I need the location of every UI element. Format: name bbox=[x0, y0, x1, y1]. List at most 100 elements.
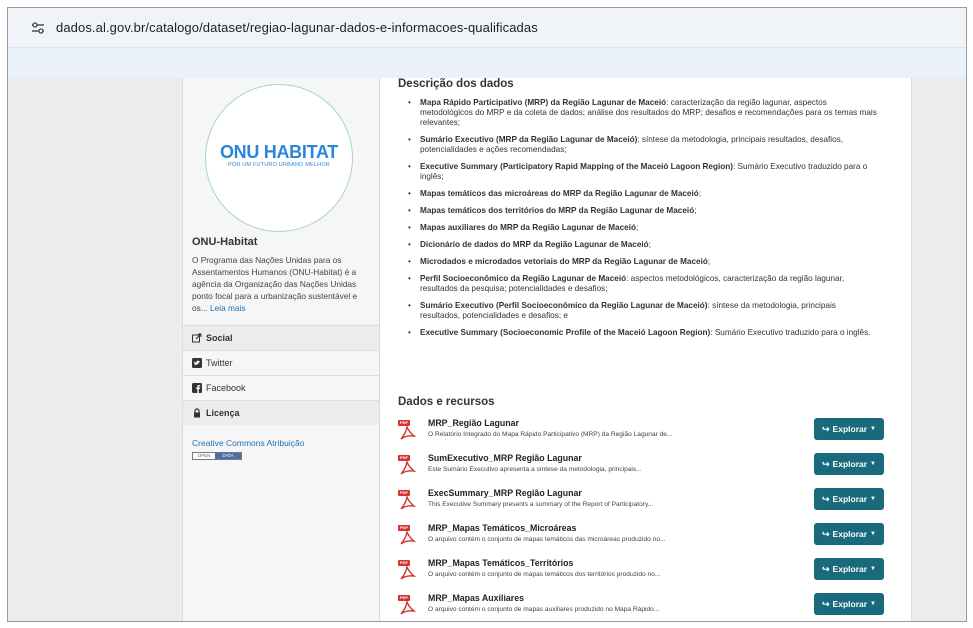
format-tag: PDF bbox=[398, 595, 410, 601]
twitter-icon bbox=[192, 358, 202, 368]
share-arrow-icon: ↪ bbox=[822, 493, 830, 504]
caret-down-icon: ▼ bbox=[870, 566, 876, 572]
list-item: Mapas temáticos das microáreas do MRP da… bbox=[408, 189, 878, 199]
item-title: Mapas auxiliares do MRP da Região Laguna… bbox=[420, 223, 636, 232]
license-label: Licença bbox=[206, 408, 240, 418]
facebook-icon bbox=[192, 383, 202, 393]
resource-title[interactable]: ExecSummary_MRP Região Lagunar bbox=[428, 488, 582, 498]
share-arrow-icon: ↪ bbox=[822, 458, 830, 469]
explore-label: Explorar bbox=[832, 599, 868, 609]
list-item: Sumário Executivo (Perfil Socioeconômico… bbox=[408, 301, 878, 321]
social-heading: Social bbox=[183, 325, 379, 350]
item-text: : Sumário Executivo traduzido para o ing… bbox=[710, 328, 871, 337]
logo-subtitle: POR UM FUTURO URBANO MELHOR bbox=[228, 162, 330, 168]
browser-window: dados.al.gov.br/catalogo/dataset/regiao-… bbox=[7, 7, 967, 622]
site-settings-icon[interactable] bbox=[30, 20, 46, 36]
pdf-file-icon: PDF bbox=[398, 525, 417, 547]
open-data-badge[interactable]: OPEN DATA bbox=[192, 452, 242, 460]
open-data-badge-right: DATA bbox=[215, 453, 241, 459]
license-heading: Licença bbox=[183, 400, 379, 425]
explore-label: Explorar bbox=[832, 529, 868, 539]
format-tag: PDF bbox=[398, 560, 410, 566]
explore-button[interactable]: ↪ Explorar ▼ bbox=[814, 453, 884, 475]
list-item: Microdados e microdados vetoriais do MRP… bbox=[408, 257, 878, 267]
resource-description: O arquivo contém o conjunto de mapas tem… bbox=[428, 571, 661, 578]
share-arrow-icon: ↪ bbox=[822, 528, 830, 539]
explore-label: Explorar bbox=[832, 494, 868, 504]
explore-label: Explorar bbox=[832, 424, 868, 434]
organization-description: O Programa das Nações Unidas para os Ass… bbox=[192, 254, 370, 314]
format-tag: PDF bbox=[398, 490, 410, 496]
twitter-label: Twitter bbox=[206, 358, 233, 368]
share-arrow-icon: ↪ bbox=[822, 598, 830, 609]
facebook-label: Facebook bbox=[206, 383, 246, 393]
share-arrow-icon: ↪ bbox=[822, 563, 830, 574]
item-text: ; bbox=[635, 223, 639, 232]
resource-item: PDF MRP_Mapas Temáticos_Microáreas O arq… bbox=[398, 523, 888, 551]
twitter-link[interactable]: Twitter bbox=[183, 350, 379, 375]
resource-title[interactable]: MRP_Mapas Temáticos_Microáreas bbox=[428, 523, 576, 533]
resource-item: PDF MRP_Mapas Auxiliares O arquivo conté… bbox=[398, 593, 888, 621]
item-text: ; bbox=[707, 257, 711, 266]
list-item: Mapa Rápido Participativo (MRP) da Regiã… bbox=[408, 98, 878, 128]
format-tag: PDF bbox=[398, 420, 410, 426]
organization-sidebar: ONU HABITAT POR UM FUTURO URBANO MELHOR … bbox=[182, 78, 380, 621]
item-text: ; bbox=[648, 240, 651, 249]
explore-button[interactable]: ↪ Explorar ▼ bbox=[814, 523, 884, 545]
item-title: Microdados e microdados vetoriais do MRP… bbox=[420, 257, 708, 266]
explore-label: Explorar bbox=[832, 564, 868, 574]
description-list: Mapa Rápido Participativo (MRP) da Regiã… bbox=[408, 98, 878, 345]
open-data-badge-left: OPEN bbox=[193, 453, 215, 459]
read-more-link[interactable]: Leia mais bbox=[210, 303, 246, 313]
format-tag: PDF bbox=[398, 525, 410, 531]
resource-title[interactable]: MRP_Mapas Auxiliares bbox=[428, 593, 524, 603]
caret-down-icon: ▼ bbox=[870, 426, 876, 432]
resource-title[interactable]: SumExecutivo_MRP Região Lagunar bbox=[428, 453, 582, 463]
item-title: Mapa Rápido Participativo (MRP) da Regiã… bbox=[420, 98, 667, 107]
social-label: Social bbox=[206, 333, 233, 343]
list-item: Perfil Socioeconômico da Região Lagunar … bbox=[408, 274, 878, 294]
logo-text: ONU HABITAT bbox=[219, 142, 338, 162]
organization-name: ONU-Habitat bbox=[192, 236, 258, 248]
page-body: ONU HABITAT POR UM FUTURO URBANO MELHOR … bbox=[8, 78, 966, 621]
share-arrow-icon: ↪ bbox=[822, 423, 830, 434]
list-item: Sumário Executivo (MRP da Região Lagunar… bbox=[408, 135, 878, 155]
license-link[interactable]: Creative Commons Atribuição bbox=[192, 438, 304, 448]
caret-down-icon: ▼ bbox=[870, 496, 876, 502]
pdf-file-icon: PDF bbox=[398, 490, 417, 512]
share-icon bbox=[192, 333, 202, 343]
resource-item: PDF SumExecutivo_MRP Região Lagunar Este… bbox=[398, 453, 888, 481]
resource-item: PDF MRP_Mapas Temáticos_Territórios O ar… bbox=[398, 558, 888, 586]
explore-button[interactable]: ↪ Explorar ▼ bbox=[814, 593, 884, 615]
item-title: Mapas temáticos dos territórios do MRP d… bbox=[420, 206, 695, 215]
list-item: Mapas temáticos dos territórios do MRP d… bbox=[408, 206, 878, 216]
pdf-file-icon: PDF bbox=[398, 455, 417, 477]
explore-button[interactable]: ↪ Explorar ▼ bbox=[814, 488, 884, 510]
resource-title[interactable]: MRP_Mapas Temáticos_Territórios bbox=[428, 558, 573, 568]
item-title: Sumário Executivo (MRP da Região Lagunar… bbox=[420, 135, 638, 144]
onu-habitat-logo[interactable]: ONU HABITAT POR UM FUTURO URBANO MELHOR bbox=[205, 84, 353, 232]
format-tag: PDF bbox=[398, 455, 410, 461]
explore-button[interactable]: ↪ Explorar ▼ bbox=[814, 558, 884, 580]
explore-button[interactable]: ↪ Explorar ▼ bbox=[814, 418, 884, 440]
address-bar[interactable]: dados.al.gov.br/catalogo/dataset/regiao-… bbox=[8, 8, 966, 48]
facebook-link[interactable]: Facebook bbox=[183, 375, 379, 400]
resource-title[interactable]: MRP_Região Lagunar bbox=[428, 418, 519, 428]
description-heading: Descrição dos dados bbox=[398, 78, 514, 90]
item-title: Executive Summary (Participatory Rapid M… bbox=[420, 162, 733, 171]
resource-description: O arquivo contém o conjunto de mapas tem… bbox=[428, 536, 666, 543]
url-text[interactable]: dados.al.gov.br/catalogo/dataset/regiao-… bbox=[56, 20, 538, 35]
explore-label: Explorar bbox=[832, 459, 868, 469]
resource-description: O arquivo contém o conjunto de mapas aux… bbox=[428, 606, 660, 613]
list-item: Executive Summary (Participatory Rapid M… bbox=[408, 162, 878, 182]
caret-down-icon: ▼ bbox=[870, 461, 876, 467]
list-item: Dicionário de dados do MRP da Região Lag… bbox=[408, 240, 878, 250]
resource-description: O Relatório Integrado do Mapa Rápido Par… bbox=[428, 431, 673, 438]
caret-down-icon: ▼ bbox=[870, 601, 876, 607]
page-header-strip bbox=[8, 48, 966, 78]
resource-item: PDF MRP_Região Lagunar O Relatório Integ… bbox=[398, 418, 888, 446]
item-text: ; bbox=[698, 189, 702, 198]
resource-description: This Executive Summary presents a summar… bbox=[428, 501, 654, 508]
pdf-file-icon: PDF bbox=[398, 420, 417, 442]
resource-item: PDF ExecSummary_MRP Região Lagunar This … bbox=[398, 488, 888, 516]
